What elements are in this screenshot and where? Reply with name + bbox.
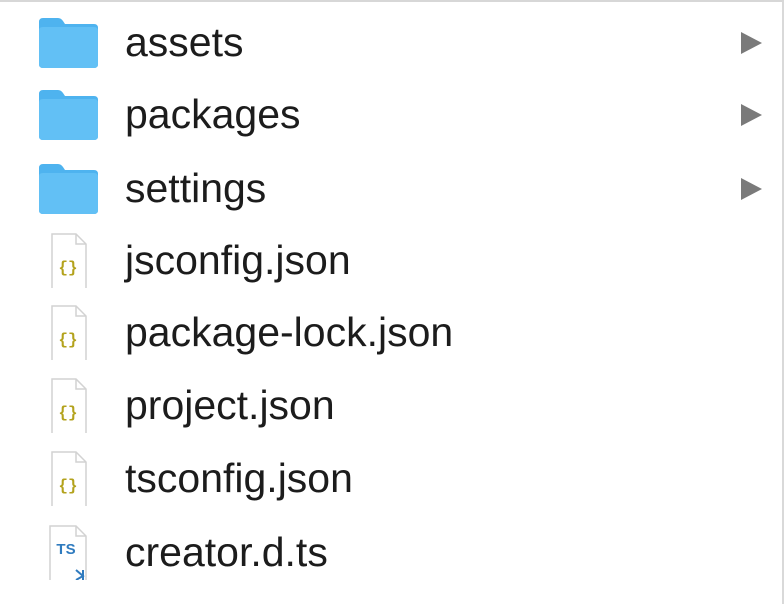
item-label: jsconfig.json xyxy=(125,237,351,283)
item-label: tsconfig.json xyxy=(125,455,353,501)
ts-glyph: TS xyxy=(56,541,75,558)
json-braces: {} xyxy=(58,477,77,495)
folder-icon xyxy=(36,160,100,216)
list-item-folder-assets[interactable]: assets xyxy=(0,6,782,78)
disclosure-triangle-icon[interactable] xyxy=(738,176,764,202)
folder-icon xyxy=(36,14,100,70)
list-item-file-creator-d-ts[interactable]: TS creator.d.ts xyxy=(0,516,782,588)
item-label: package-lock.json xyxy=(125,309,454,355)
disclosure-triangle-icon[interactable] xyxy=(738,30,764,56)
list-item-file-project[interactable]: {} project.json xyxy=(0,369,782,441)
item-label: project.json xyxy=(125,382,335,428)
list-item-folder-packages[interactable]: packages xyxy=(0,78,782,150)
json-file-icon: {} xyxy=(36,450,100,509)
json-braces: {} xyxy=(58,404,77,422)
disclosure-triangle-icon[interactable] xyxy=(738,102,764,128)
finder-list-view: assets packages settings {} jsconfig.jso… xyxy=(0,0,784,604)
folder-icon xyxy=(36,86,100,142)
json-file-icon: {} xyxy=(36,377,100,436)
list-item-file-tsconfig[interactable]: {} tsconfig.json xyxy=(0,442,782,514)
list-item-file-jsconfig[interactable]: {} jsconfig.json xyxy=(0,224,782,296)
list-item-file-package-lock[interactable]: {} package-lock.json xyxy=(0,296,782,368)
list-item-folder-settings[interactable]: settings xyxy=(0,152,782,224)
json-braces: {} xyxy=(58,331,77,349)
item-label: packages xyxy=(125,91,301,137)
typescript-file-icon: TS xyxy=(36,524,100,583)
json-braces: {} xyxy=(58,259,77,277)
item-label: assets xyxy=(125,19,244,65)
json-file-icon: {} xyxy=(36,304,100,363)
item-label: settings xyxy=(125,165,267,211)
item-label: creator.d.ts xyxy=(125,529,328,575)
json-file-icon: {} xyxy=(36,232,100,291)
